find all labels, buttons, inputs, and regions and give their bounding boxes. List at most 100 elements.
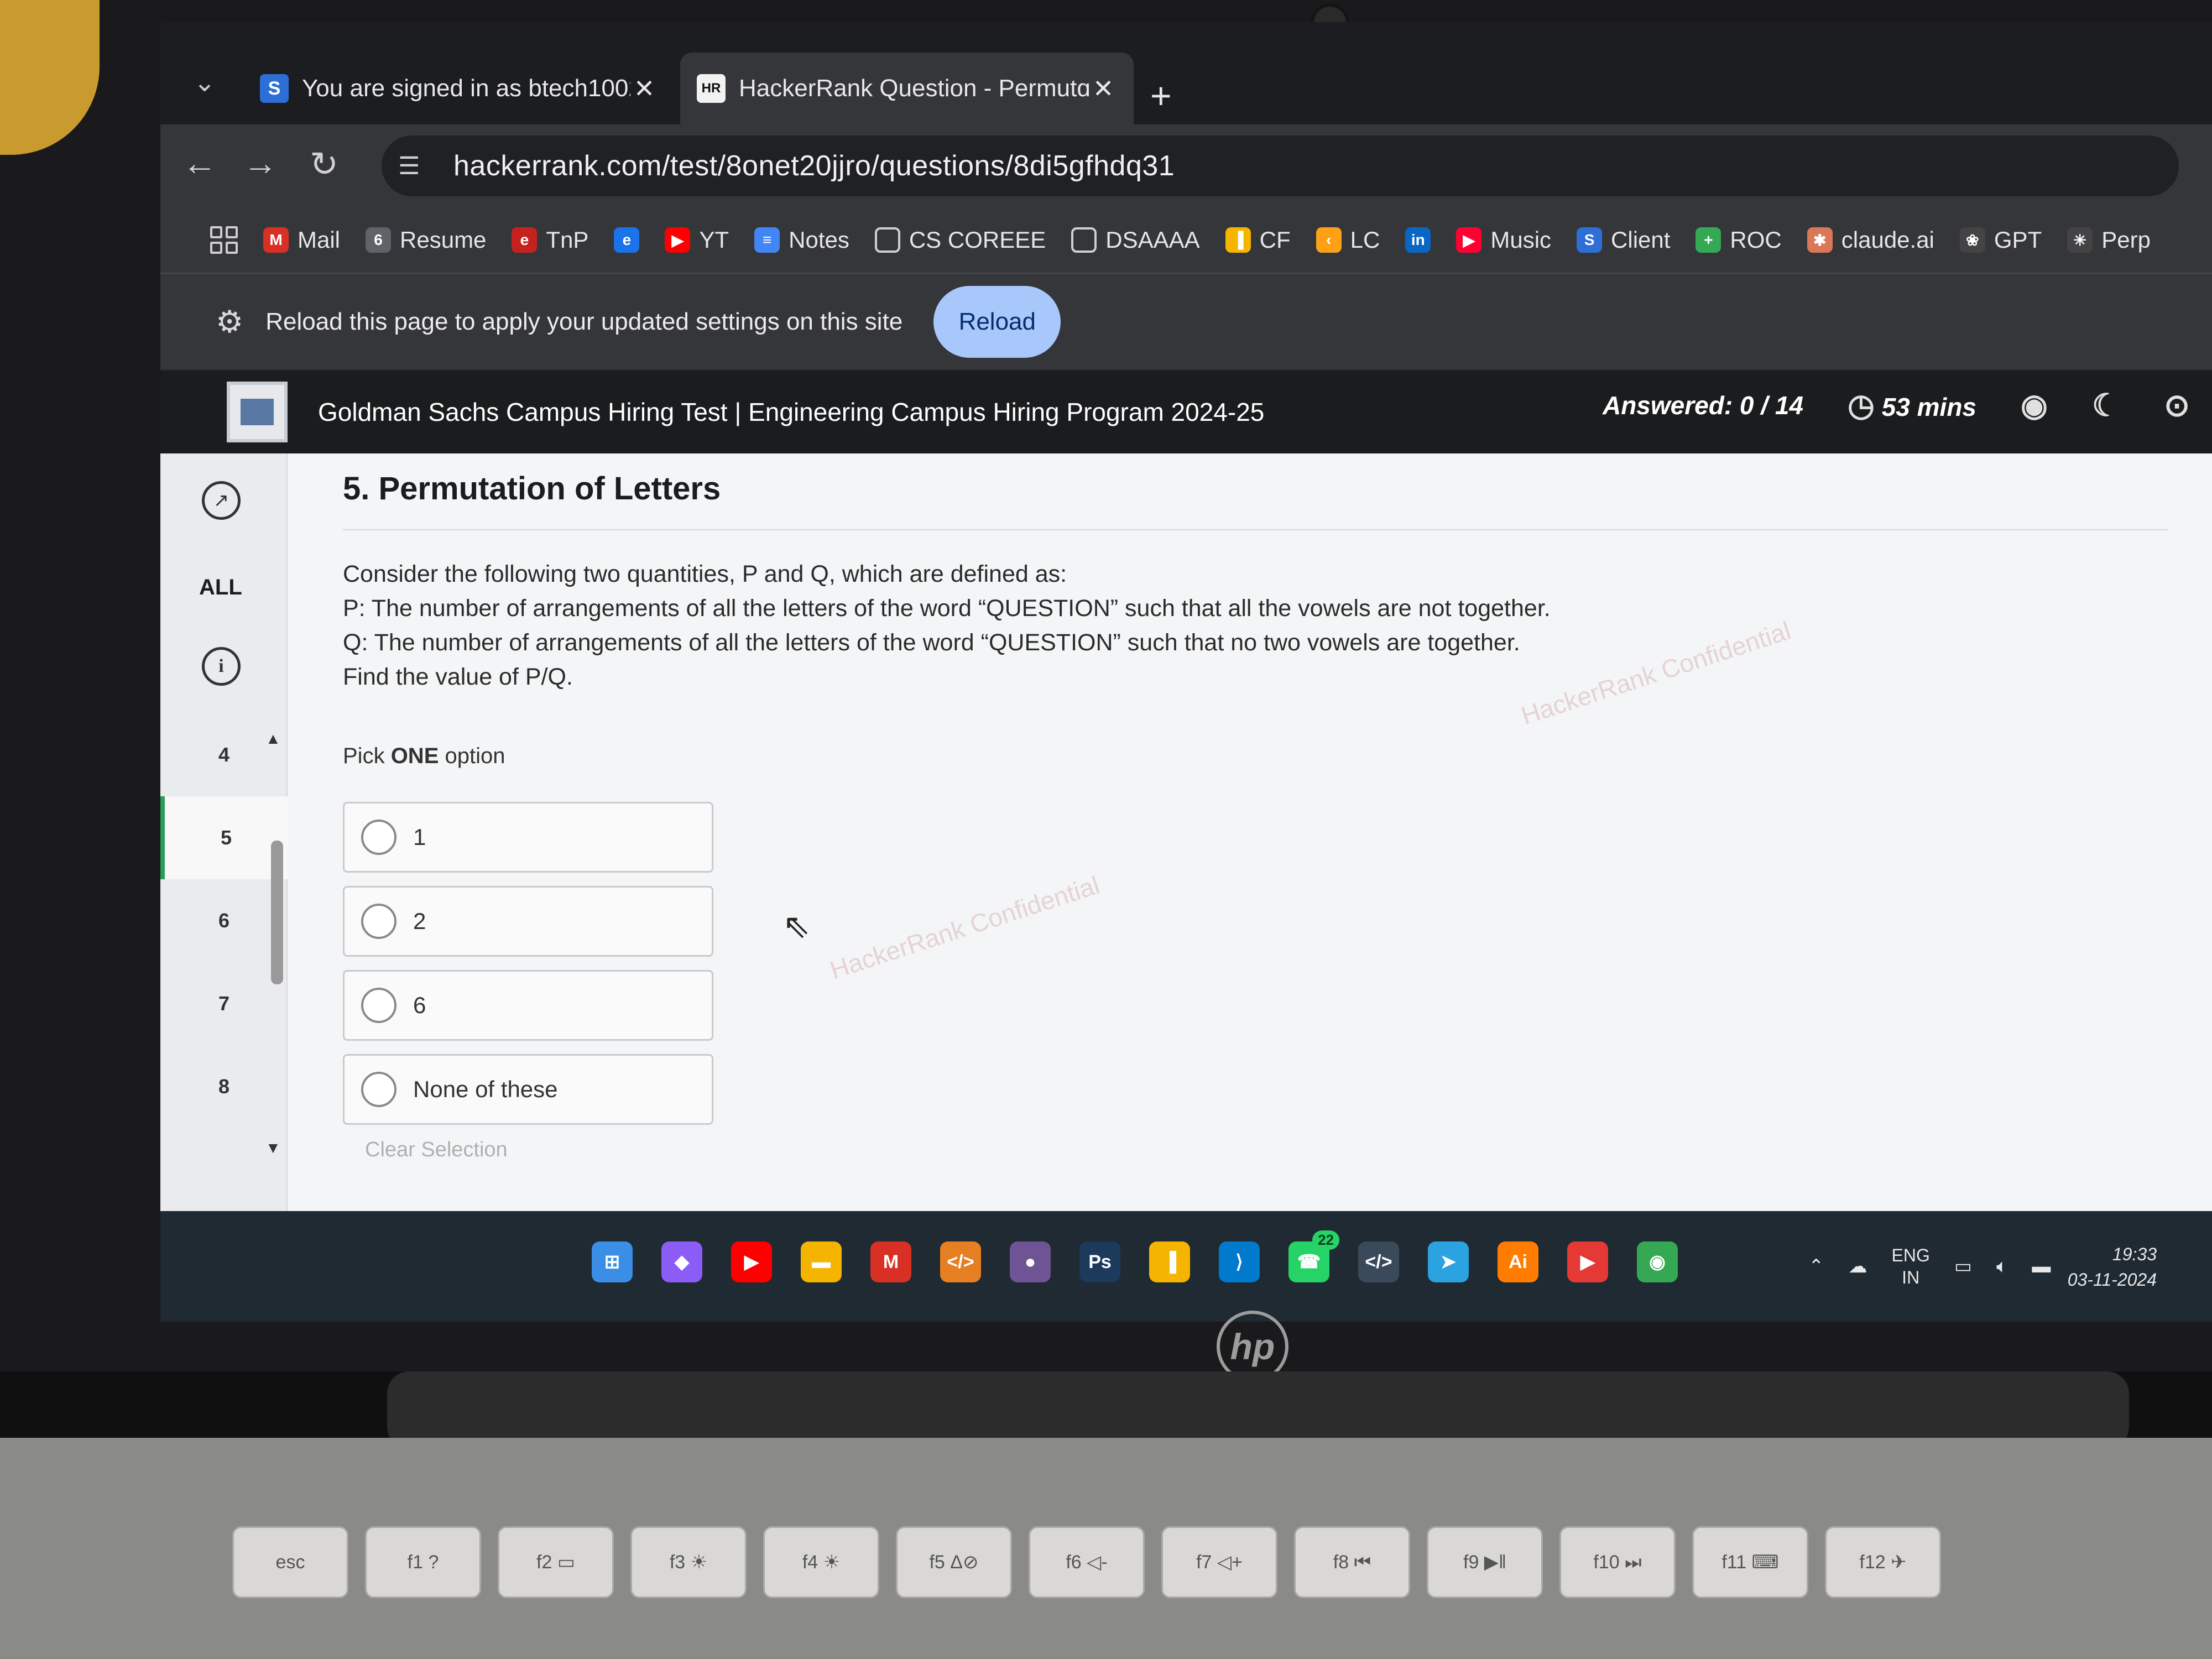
question-line: Find the value of P/Q.	[343, 664, 573, 690]
bookmark-lc[interactable]: ‹ LC	[1316, 227, 1380, 253]
bookmark-tnp[interactable]: e TnP	[512, 227, 588, 253]
bookmark-resume[interactable]: 6 Resume	[366, 227, 486, 253]
keyboard-key: f3 ☀	[630, 1526, 747, 1598]
radio-button[interactable]	[361, 904, 397, 939]
option-2[interactable]: 2	[343, 886, 713, 957]
question-nav-4[interactable]: 4	[160, 713, 288, 796]
info-icon[interactable]: i	[202, 647, 241, 686]
new-tab-button[interactable]: +	[1150, 75, 1172, 117]
radio-button[interactable]	[361, 988, 397, 1023]
radio-button[interactable]	[361, 820, 397, 855]
battery-icon[interactable]: ▬	[2032, 1256, 2051, 1277]
forward-button[interactable]: →	[243, 144, 278, 183]
timer-value: 53 mins	[1881, 393, 1976, 421]
user-icon[interactable]: ⊙	[2164, 387, 2190, 424]
tab-hackerrank-question[interactable]: HR HackerRank Question - Permutɑ ✕	[680, 53, 1134, 124]
dev-tools-icon[interactable]: </>	[1358, 1241, 1399, 1282]
bookmark-label: Client	[1611, 227, 1671, 253]
windows-start-icon[interactable]: ⊞	[592, 1241, 633, 1282]
copilot-icon[interactable]: ◆	[661, 1241, 702, 1282]
bookmark-cs-coreee[interactable]: □ CS COREEE	[874, 227, 1046, 253]
bookmark-label: Perp	[2101, 227, 2151, 253]
language-indicator[interactable]: ENG IN	[1892, 1244, 1930, 1288]
cloud-icon[interactable]: ☁	[1849, 1255, 1867, 1277]
tab-signed-in[interactable]: S You are signed in as btech1002 ✕	[243, 53, 675, 124]
question-nav-7[interactable]: 7	[160, 962, 288, 1045]
sidenav-scrollbar[interactable]	[271, 841, 283, 984]
question-content: 5. Permutation of Letters Consider the f…	[343, 470, 2168, 1162]
bookmark-edge[interactable]: e	[614, 227, 640, 253]
url-text[interactable]: hackerrank.com/test/8onet20jjro/question…	[453, 149, 1175, 182]
music-icon[interactable]: ▶	[1567, 1241, 1608, 1282]
bookmark-label: Resume	[400, 227, 487, 253]
youtube-icon[interactable]: ▶	[731, 1241, 772, 1282]
back-button[interactable]: ←	[182, 144, 217, 183]
tab-title: You are signed in as btech1002	[302, 75, 630, 102]
bookmark-claude-ai[interactable]: ✱ claude.ai	[1807, 227, 1934, 253]
apps-grid-icon[interactable]	[210, 226, 238, 254]
bookmark-client[interactable]: S Client	[1577, 227, 1670, 253]
reload-icon[interactable]: ↻	[310, 144, 338, 184]
option-3[interactable]: 6	[343, 970, 713, 1041]
radio-button[interactable]	[361, 1072, 397, 1107]
question-title: 5. Permutation of Letters	[343, 471, 721, 507]
scroll-down-icon[interactable]: ▼	[265, 1139, 281, 1157]
bookmark-gpt[interactable]: ❀ GPT	[1959, 227, 2042, 253]
bookmark-yt[interactable]: ▶ YT	[665, 227, 729, 253]
pick-instruction: Pick ONE option	[343, 744, 2168, 769]
music-icon: ▶	[1456, 227, 1482, 253]
question-body: Consider the following two quantities, P…	[343, 557, 2168, 694]
chrome-icon[interactable]: ◉	[1637, 1241, 1678, 1282]
moon-icon[interactable]: ☾	[2092, 387, 2120, 424]
roc-icon: +	[1695, 227, 1721, 253]
tab-search-button[interactable]: ⌄	[182, 61, 227, 105]
codechef-icon[interactable]: </>	[940, 1241, 981, 1282]
file-explorer-icon[interactable]: ▬	[801, 1241, 842, 1282]
question-nav-8[interactable]: 8	[160, 1045, 288, 1128]
bookmark-label: TnP	[546, 227, 589, 253]
github-icon[interactable]: ●	[1010, 1241, 1051, 1282]
bookmark-music[interactable]: ▶ Music	[1456, 227, 1551, 253]
hackerrank-test-page: Goldman Sachs Campus Hiring Test | Engin…	[160, 371, 2212, 1322]
answer-options: 1 2 6 None of these	[343, 802, 2168, 1125]
bookmark-roc[interactable]: + ROC	[1695, 227, 1782, 253]
top-arrow-icon[interactable]: ↗	[202, 481, 241, 520]
reload-button[interactable]: Reload	[933, 285, 1061, 358]
bookmark-label: claude.ai	[1841, 227, 1934, 253]
vscode-icon[interactable]: ⟩	[1219, 1241, 1260, 1282]
bookmark-label: DSAAAA	[1105, 227, 1200, 253]
site-info-icon[interactable]: ☰	[398, 152, 437, 180]
option-1[interactable]: 1	[343, 802, 713, 873]
whatsapp-icon[interactable]: ☎ 22	[1288, 1230, 1339, 1282]
bookmark-dsaaaa[interactable]: □ DSAAAA	[1071, 227, 1200, 253]
question-nav-5[interactable]: 5	[160, 796, 288, 879]
bookmark-perp[interactable]: ✳ Perp	[2067, 227, 2151, 253]
chart-app-icon[interactable]: ▐	[1149, 1241, 1190, 1282]
bookmark-notes[interactable]: ≡ Notes	[754, 227, 849, 253]
infobar-message: Reload this page to apply your updated s…	[265, 307, 903, 335]
illustrator-icon[interactable]: Ai	[1498, 1241, 1538, 1282]
tray-overflow-icon[interactable]: ⌃	[1808, 1255, 1824, 1277]
network-icon[interactable]: ▭	[1954, 1255, 1972, 1277]
question-line: Q: The number of arrangements of all the…	[343, 629, 1520, 656]
taskbar-clock[interactable]: 19:33 03-11-2024	[2068, 1241, 2157, 1292]
bookmark-cf[interactable]: ▐ CF	[1225, 227, 1291, 253]
option-4[interactable]: None of these	[343, 1054, 713, 1125]
timer: ◷ 53 mins	[1848, 387, 1976, 424]
telegram-icon[interactable]: ➤	[1428, 1241, 1469, 1282]
close-tab-icon[interactable]: ✕	[630, 74, 658, 103]
address-bar[interactable]: ☰ hackerrank.com/test/8onet20jjro/questi…	[382, 135, 2179, 196]
gmail-icon[interactable]: M	[870, 1241, 911, 1282]
all-questions-link[interactable]: ALL	[199, 575, 242, 600]
question-nav-6[interactable]: 6	[160, 879, 288, 962]
photoshop-icon[interactable]: Ps	[1079, 1241, 1120, 1282]
volume-icon[interactable]: 🔈︎	[1996, 1256, 2007, 1277]
resume-icon: 6	[366, 227, 392, 253]
close-tab-icon[interactable]: ✕	[1089, 74, 1117, 103]
eye-icon[interactable]: ◉	[2021, 387, 2048, 424]
perplexity-icon: ✳	[2067, 227, 2093, 253]
clear-selection-link[interactable]: Clear Selection	[343, 1138, 2168, 1162]
taskbar-apps: ⊞ ◆ ▶ ▬ M </> ● Ps ▐ ⟩ ☎ 22 </> ➤ Ai ▶ ◉	[592, 1230, 1678, 1282]
bookmark-mail[interactable]: M Mail	[263, 227, 340, 253]
bookmark-linkedin[interactable]: in	[1405, 227, 1431, 253]
